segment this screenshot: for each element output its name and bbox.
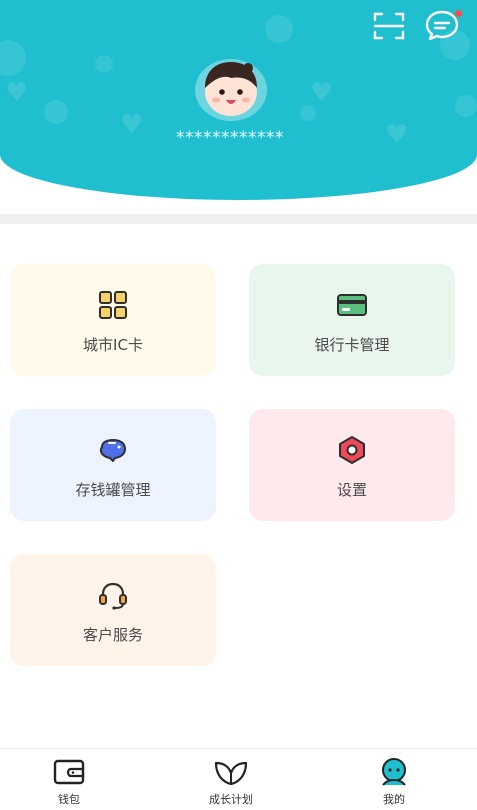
customer-service-button[interactable]: 客户服务 (10, 554, 216, 666)
bank-card-management-button[interactable]: 银行卡管理 (249, 264, 455, 376)
tab-label: 我的 (383, 793, 405, 806)
scan-icon[interactable] (372, 10, 406, 42)
bg-bubble (0, 40, 26, 76)
bg-heart-icon: ♥ (310, 78, 334, 108)
card-label: 城市IC卡 (83, 336, 143, 354)
profile-icon (382, 758, 406, 786)
bg-heart-icon: ♥ (5, 78, 29, 108)
tab-label: 成长计划 (209, 793, 253, 806)
section-divider (0, 214, 477, 224)
bg-heart-icon: ♥ (385, 120, 409, 150)
card-label: 银行卡管理 (314, 336, 390, 354)
tab-mine[interactable]: 我的 (349, 755, 439, 807)
bottom-tab-bar: 钱包 成长计划 我的 (0, 748, 477, 810)
wallet-icon (53, 759, 85, 785)
bg-bubble (265, 15, 293, 43)
growth-leaf-icon (214, 761, 248, 786)
unread-dot (455, 10, 462, 17)
avatar-face-icon[interactable] (191, 54, 271, 122)
bg-bubble (455, 95, 477, 117)
piggy-bank-management-button[interactable]: 存钱罐管理 (10, 409, 216, 521)
settings-button[interactable]: 设置 (249, 409, 455, 521)
tab-wallet[interactable]: 钱包 (24, 755, 114, 807)
bg-bubble (44, 100, 68, 124)
tab-growth-plan[interactable]: 成长计划 (186, 755, 276, 807)
headset-icon (99, 582, 127, 610)
masked-username: ************ (176, 128, 284, 148)
bank-card-icon (337, 294, 367, 316)
bg-bubble (95, 55, 113, 73)
grid-icon (99, 291, 127, 319)
hexagon-settings-icon (339, 436, 365, 464)
card-label: 存钱罐管理 (75, 481, 151, 499)
tab-label: 钱包 (58, 793, 80, 806)
card-label: 设置 (336, 481, 367, 499)
card-label: 客户服务 (82, 626, 143, 644)
city-ic-card-button[interactable]: 城市IC卡 (10, 264, 216, 376)
piggy-bank-icon (99, 439, 126, 462)
